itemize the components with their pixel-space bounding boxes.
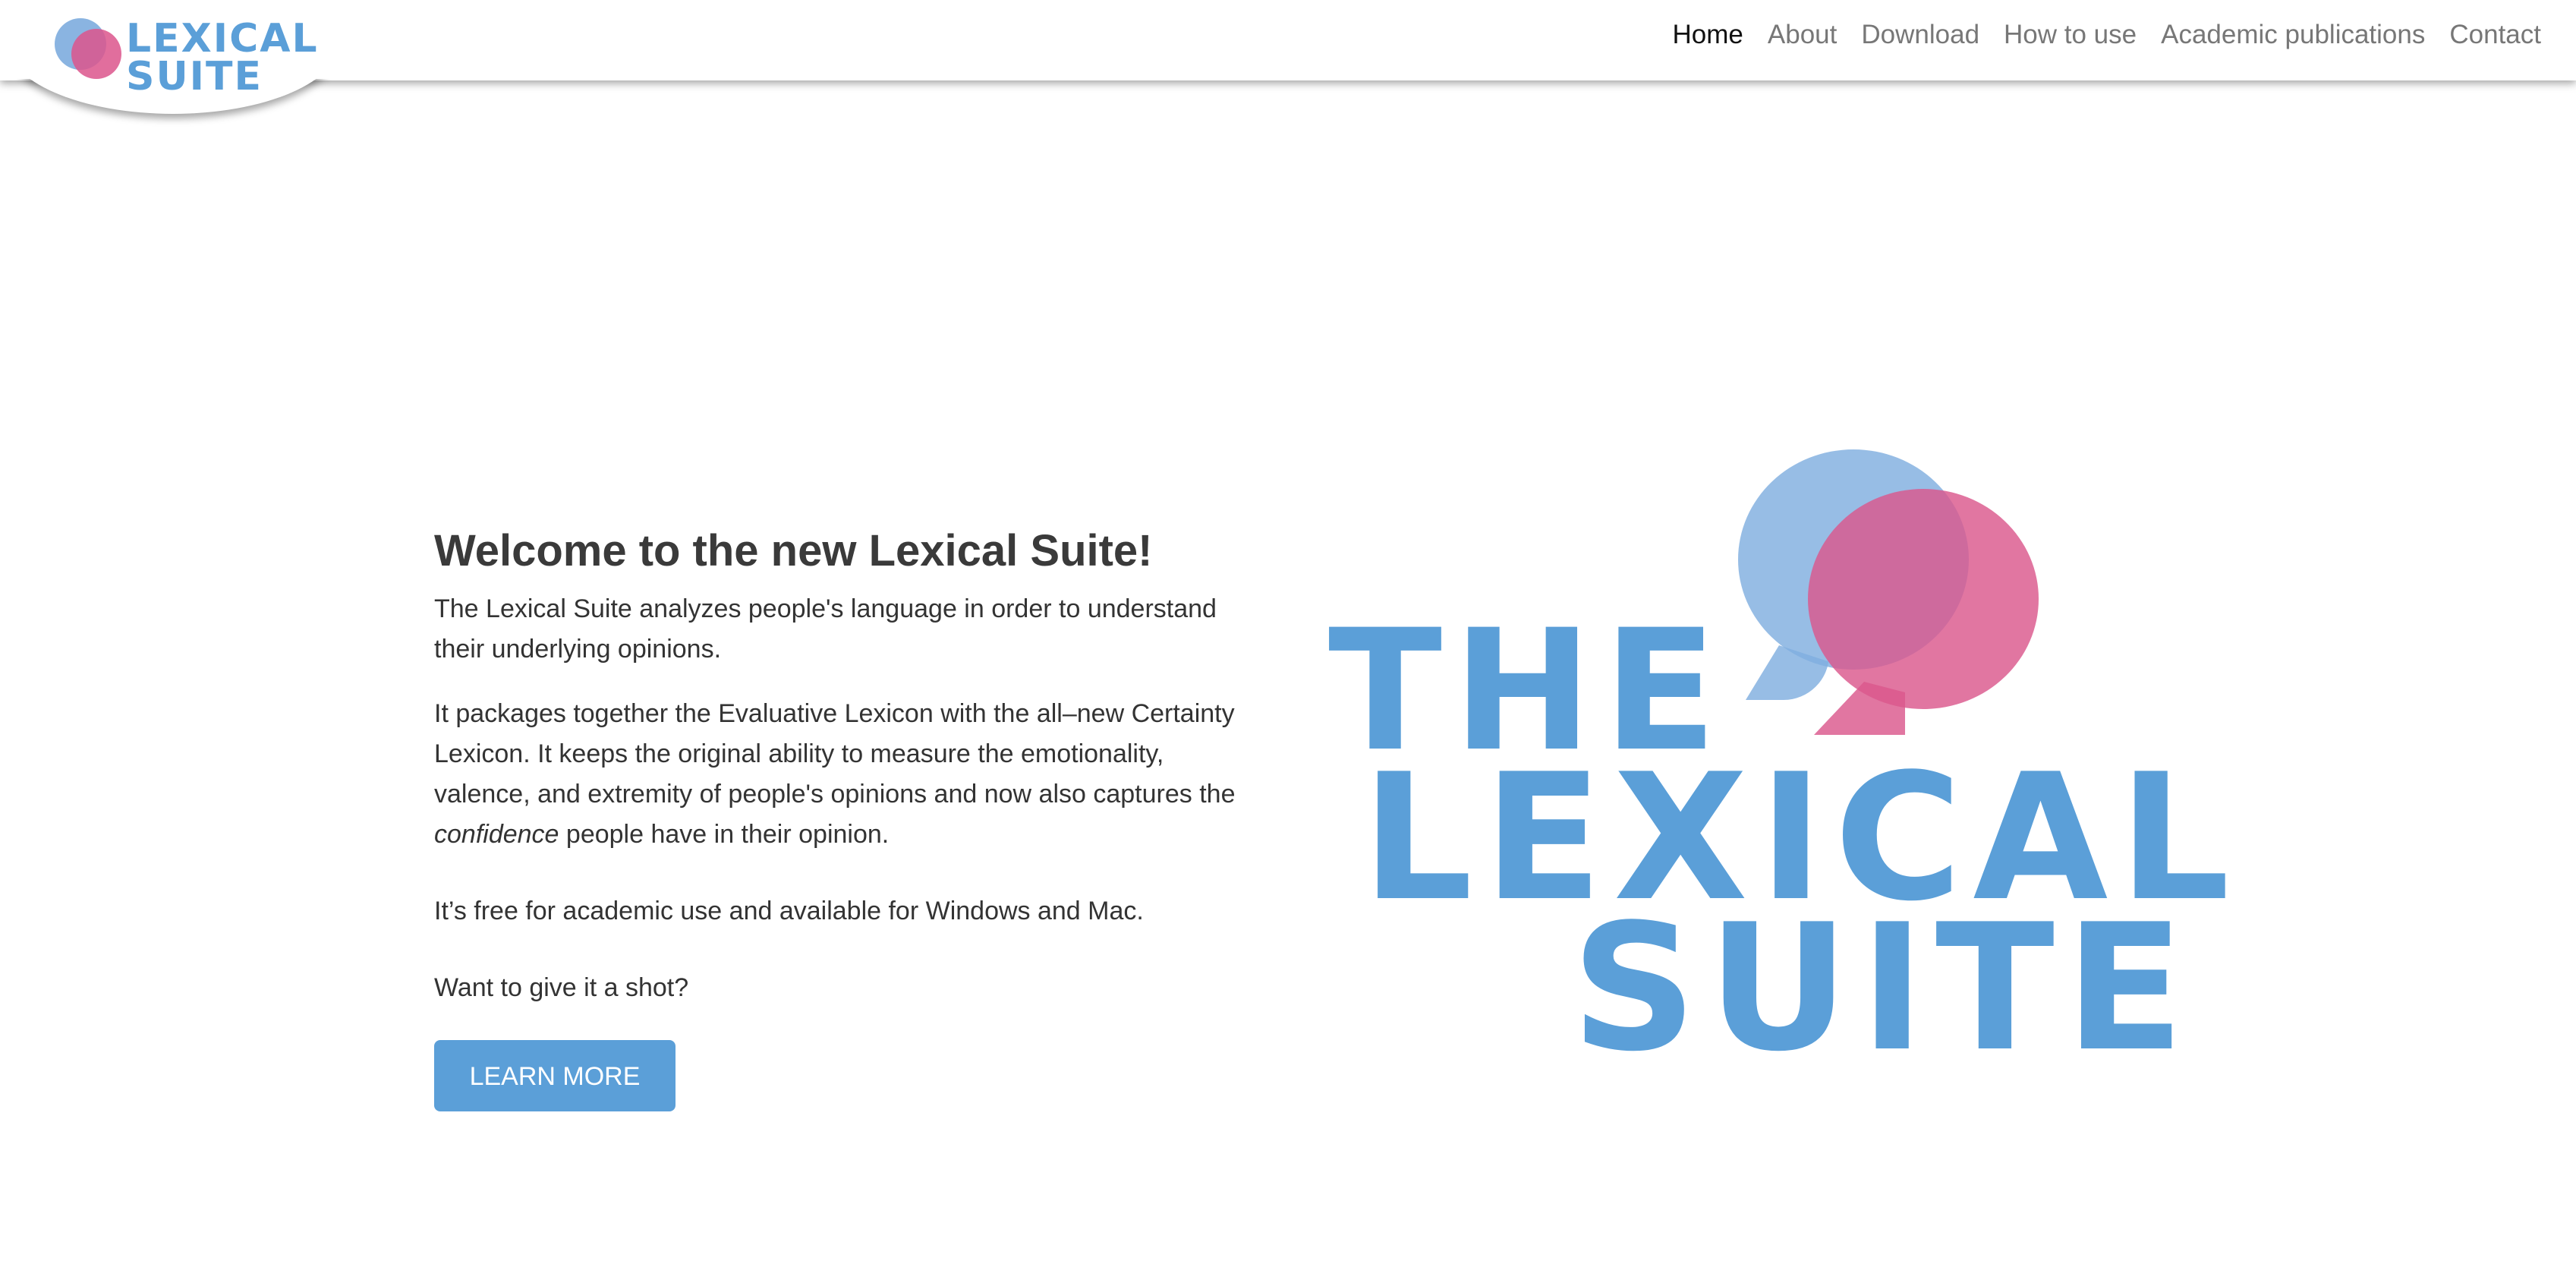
hero-title: Welcome to the new Lexical Suite!	[434, 526, 1153, 575]
nav-contact[interactable]: Contact	[2449, 20, 2541, 50]
learn-more-button[interactable]: LEARN MORE	[434, 1040, 675, 1111]
logo-text-line2: SUITE	[126, 54, 263, 99]
hero-section: Welcome to the new Lexical Suite! The Le…	[434, 524, 1254, 1111]
logo-text: LEXICAL SUITE	[126, 19, 319, 99]
nav-academic-publications[interactable]: Academic publications	[2161, 20, 2425, 50]
hero-paragraph-details: It packages together the Evaluative Lexi…	[434, 694, 1254, 855]
hero-paragraph-intro: The Lexical Suite analyzes people's lang…	[434, 594, 1217, 664]
logo-pink-speech-bubble-icon	[1808, 489, 2039, 709]
hero-details-text: It packages together the Evaluative Lexi…	[434, 699, 1236, 809]
logo-bubble-pink-icon	[71, 29, 121, 79]
nav-about[interactable]: About	[1768, 20, 1837, 50]
lexical-suite-logo: THE LEXICAL SUITE	[1328, 440, 2230, 1077]
hero-details-text-end: people have in their opinion.	[559, 820, 890, 849]
hero-paragraph-cta: Want to give it a shot?	[434, 973, 689, 1002]
logo-word-suite: SUITE	[1571, 887, 2195, 1090]
main-nav: Home About Download How to use Academic …	[1649, 20, 2541, 50]
hero-details-emphasis: confidence	[434, 820, 559, 849]
hero-paragraph-availability: It’s free for academic use and available…	[434, 897, 1144, 925]
nav-download[interactable]: Download	[1861, 20, 1979, 50]
nav-how-to-use[interactable]: How to use	[2004, 20, 2137, 50]
nav-home[interactable]: Home	[1673, 20, 1743, 50]
site-logo[interactable]: LEXICAL SUITE	[46, 15, 317, 99]
